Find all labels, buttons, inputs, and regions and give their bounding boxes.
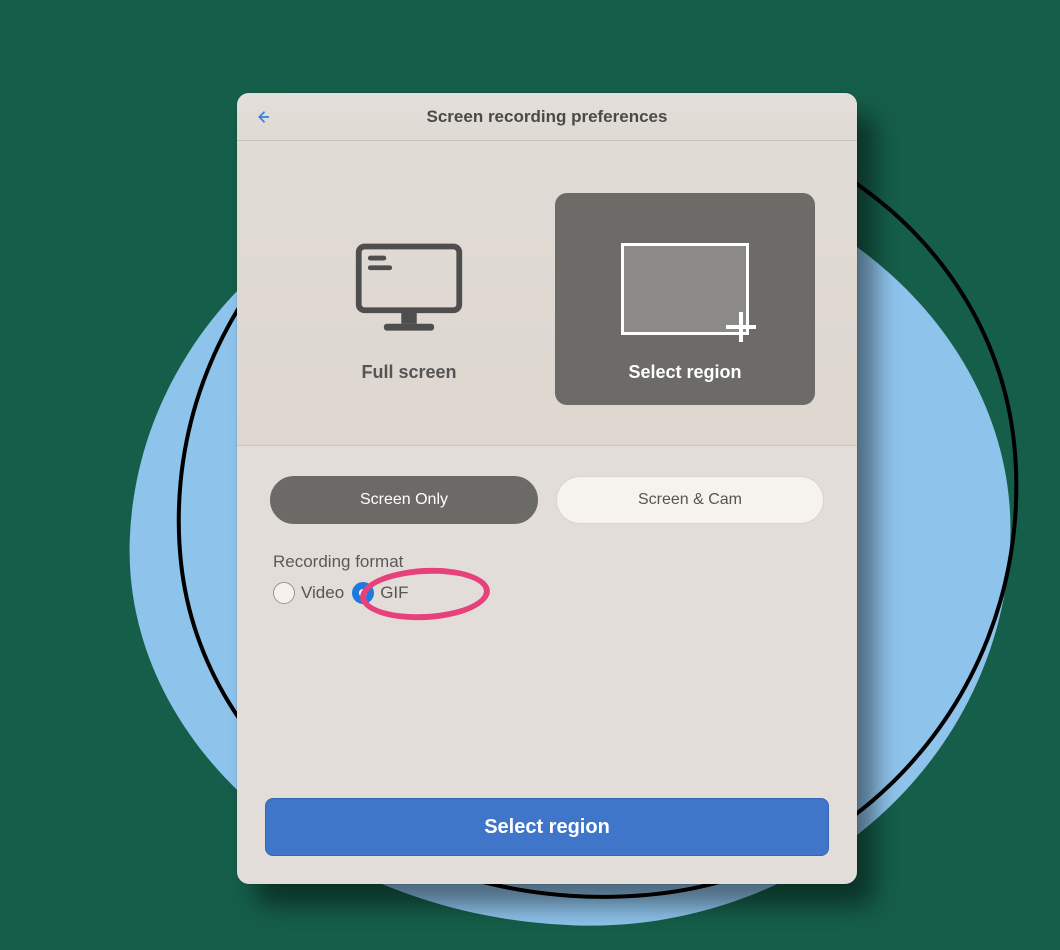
source-screen-and-cam-label: Screen & Cam: [638, 491, 742, 509]
preferences-window: Screen recording preferences Full screen: [237, 93, 857, 884]
radio-dot-icon: [273, 582, 295, 604]
capture-mode-panel: Full screen Select region: [237, 141, 857, 446]
window-title: Screen recording preferences: [427, 107, 668, 127]
format-gif-radio[interactable]: GIF: [352, 582, 408, 604]
arrow-left-icon: [254, 108, 272, 126]
back-button[interactable]: [251, 105, 275, 129]
source-screen-only[interactable]: Screen Only: [270, 476, 538, 524]
recording-format-label: Recording format: [273, 552, 821, 572]
format-gif-label: GIF: [380, 583, 408, 603]
select-region-icon: [615, 234, 755, 344]
mode-fullscreen-label: Full screen: [361, 362, 456, 383]
select-region-button[interactable]: Select region: [265, 798, 829, 856]
format-video-label: Video: [301, 583, 344, 603]
mode-fullscreen[interactable]: Full screen: [279, 193, 539, 405]
format-video-radio[interactable]: Video: [273, 582, 344, 604]
window-header: Screen recording preferences: [237, 93, 857, 141]
recording-format-radios: Video GIF: [273, 582, 821, 604]
mode-select-region[interactable]: Select region: [555, 193, 815, 405]
spacer: [237, 614, 857, 798]
stage: Screen recording preferences Full screen: [0, 0, 1060, 950]
plus-icon: [726, 312, 756, 342]
monitor-icon: [351, 239, 467, 344]
select-region-button-label: Select region: [484, 816, 610, 839]
mode-select-region-label: Select region: [628, 362, 741, 383]
source-screen-only-label: Screen Only: [360, 491, 448, 509]
source-row: Screen Only Screen & Cam: [237, 446, 857, 534]
radio-dot-icon: [352, 582, 374, 604]
source-screen-and-cam[interactable]: Screen & Cam: [556, 476, 824, 524]
recording-format-section: Recording format Video GIF: [237, 534, 857, 614]
